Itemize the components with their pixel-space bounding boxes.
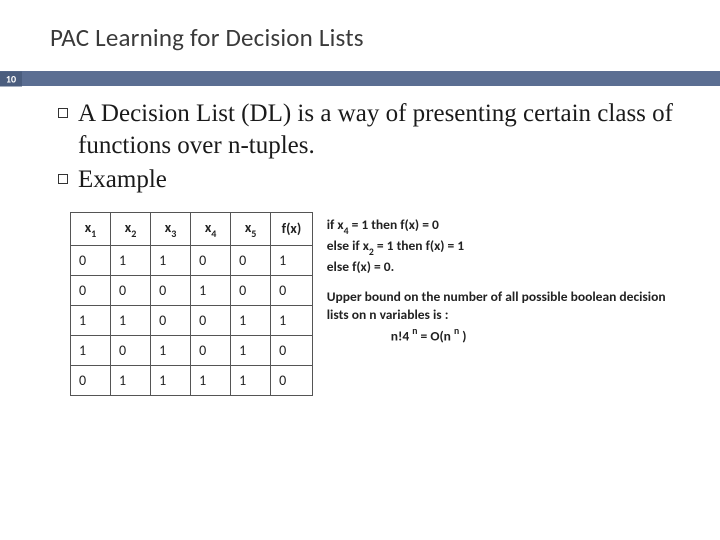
bullet-list: A Decision List (DL) is a way of present…	[50, 98, 686, 196]
slide-title: PAC Learning for Decision Lists	[0, 0, 720, 53]
table-cell: 1	[71, 305, 111, 335]
bullet-box-icon	[58, 108, 68, 118]
bullet-text: A Decision List (DL) is a way of present…	[78, 98, 686, 162]
table-cell: 1	[231, 365, 271, 395]
table-cell: 1	[71, 335, 111, 365]
table-cell: 0	[271, 335, 313, 365]
table-cell: 0	[111, 335, 151, 365]
table-cell: 0	[71, 245, 111, 275]
bullet-item: A Decision List (DL) is a way of present…	[58, 98, 686, 162]
bullet-text: Example	[78, 164, 167, 196]
table-cell: 1	[111, 305, 151, 335]
table-cell: 0	[151, 275, 191, 305]
table-cell: 1	[111, 365, 151, 395]
content-area: A Decision List (DL) is a way of present…	[0, 86, 720, 396]
col-header: f(x)	[271, 213, 313, 246]
table-row: 110011	[71, 305, 313, 335]
table-cell: 0	[271, 275, 313, 305]
table-cell: 1	[231, 335, 271, 365]
table-row: 011001	[71, 245, 313, 275]
table-cell: 1	[151, 335, 191, 365]
table-cell: 1	[231, 305, 271, 335]
table-cell: 0	[191, 335, 231, 365]
table-cell: 1	[111, 245, 151, 275]
table-cell: 1	[271, 245, 313, 275]
table-header-row: x1 x2 x3 x4 x5 f(x)	[71, 213, 313, 246]
slide: PAC Learning for Decision Lists 10 A Dec…	[0, 0, 720, 540]
table-cell: 0	[111, 275, 151, 305]
bullet-item: Example	[58, 164, 686, 196]
table-body: 011001000100110011101010011110	[71, 245, 313, 395]
table-cell: 0	[231, 275, 271, 305]
table-cell: 0	[151, 305, 191, 335]
side-notes: if x4 = 1 then f(x) = 0 else if x2 = 1 t…	[327, 212, 686, 396]
table-cell: 0	[231, 245, 271, 275]
table-cell: 0	[71, 365, 111, 395]
lower-row: x1 x2 x3 x4 x5 f(x) 01100100010011001110…	[50, 212, 686, 396]
rule-line: if x4 = 1 then f(x) = 0	[327, 216, 686, 237]
col-header: x2	[111, 213, 151, 246]
col-header: x4	[191, 213, 231, 246]
col-header: x1	[71, 213, 111, 246]
table-cell: 0	[191, 305, 231, 335]
rule-line: else if x2 = 1 then f(x) = 1	[327, 237, 686, 258]
slide-number: 10	[0, 71, 22, 86]
col-header: x5	[231, 213, 271, 246]
rule-line: else f(x) = 0.	[327, 258, 686, 276]
decision-rules: if x4 = 1 then f(x) = 0 else if x2 = 1 t…	[327, 216, 686, 276]
table-row: 011110	[71, 365, 313, 395]
table-cell: 1	[271, 305, 313, 335]
table-cell: 0	[191, 245, 231, 275]
bound-intro: Upper bound on the number of all possibl…	[327, 288, 686, 324]
title-bar: 10	[0, 71, 720, 86]
bullet-box-icon	[58, 174, 68, 184]
truth-table: x1 x2 x3 x4 x5 f(x) 01100100010011001110…	[70, 212, 313, 396]
table-cell: 0	[271, 365, 313, 395]
table-cell: 1	[151, 245, 191, 275]
table-cell: 1	[191, 365, 231, 395]
table-cell: 1	[191, 275, 231, 305]
bound-formula: n!4 n = O(n n )	[327, 326, 686, 346]
col-header: x3	[151, 213, 191, 246]
table-cell: 0	[71, 275, 111, 305]
table-cell: 1	[151, 365, 191, 395]
table-row: 101010	[71, 335, 313, 365]
upper-bound-text: Upper bound on the number of all possibl…	[327, 288, 686, 346]
table-row: 000100	[71, 275, 313, 305]
